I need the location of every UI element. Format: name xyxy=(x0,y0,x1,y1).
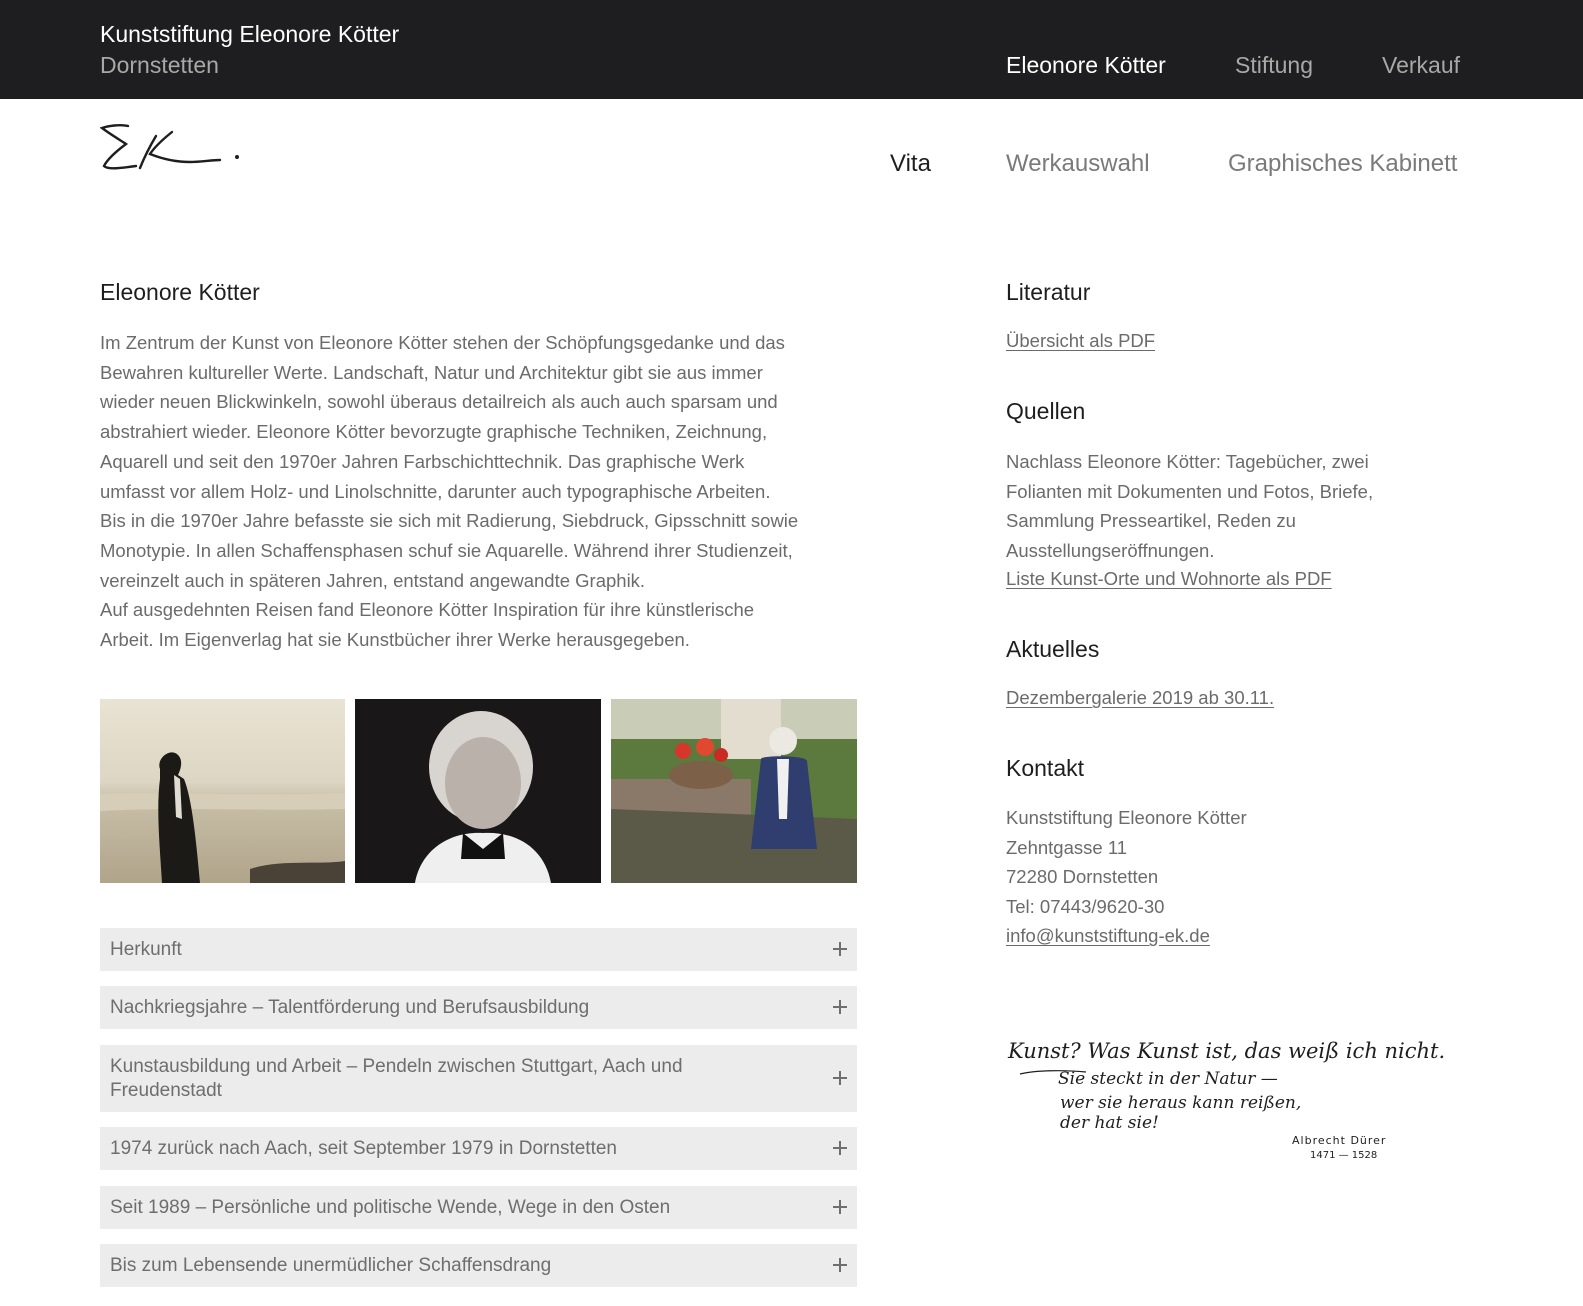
link-email[interactable]: info@kunststiftung-ek.de xyxy=(1006,925,1210,947)
photo-beach[interactable] xyxy=(100,699,345,883)
heading-aktuelles: Aktuelles xyxy=(1006,636,1100,662)
brand-subtitle: Dornstetten xyxy=(100,52,219,78)
topnav-stiftung[interactable]: Stiftung xyxy=(1235,52,1313,79)
accordion-herkunft[interactable]: Herkunft xyxy=(100,928,857,971)
quote-author: Albrecht Dürer xyxy=(1292,1134,1386,1147)
heading-quellen: Quellen xyxy=(1006,398,1086,424)
intro-text: Im Zentrum der Kunst von Eleonore Kötter… xyxy=(100,328,870,655)
accordion-label: Nachkriegsjahre – Talentförderung und Be… xyxy=(110,997,590,1018)
intro-line: wieder neuen Blickwinkeln, sowohl überau… xyxy=(100,391,778,413)
accordion-lebensende[interactable]: Bis zum Lebensende unermüdlicher Schaffe… xyxy=(100,1244,857,1287)
quote-years: 1471 — 1528 xyxy=(1310,1150,1377,1161)
photo-garden[interactable] xyxy=(611,699,857,883)
kontakt-line: Zehntgasse 11 xyxy=(1006,836,1128,858)
accordion-label: Seit 1989 – Persönliche und politische W… xyxy=(110,1197,671,1218)
intro-line: Aquarell und seit den 1970er Jahren Farb… xyxy=(100,450,745,472)
quellen-line: Ausstellungseröffnungen. xyxy=(1006,540,1215,562)
intro-line: Monotypie. In allen Schaffensphasen schu… xyxy=(100,539,793,561)
quellen-line: Folianten mit Dokumenten und Fotos, Brie… xyxy=(1006,480,1374,502)
quote-line-2: Sie steckt in der Natur — xyxy=(1058,1069,1278,1089)
quote-line-1: Kunst? Was Kunst ist, das weiß ich nicht… xyxy=(1007,1039,1445,1063)
link-uebersicht-pdf[interactable]: Übersicht als PDF xyxy=(1006,330,1155,352)
intro-line: umfasst vor allem Holz- und Linolschnitt… xyxy=(100,480,771,502)
quellen-line: Nachlass Eleonore Kötter: Tagebücher, zw… xyxy=(1006,451,1369,472)
signature-ek-logo[interactable] xyxy=(100,122,242,178)
intro-line: abstrahiert wieder. Eleonore Kötter bevo… xyxy=(100,421,768,443)
accordion-label-line: Kunstausbildung und Arbeit – Pendeln zwi… xyxy=(110,1056,683,1077)
intro-line: Arbeit. Im Eigenverlag hat sie Kunstbüch… xyxy=(100,629,690,651)
accordion-nachkriegsjahre[interactable]: Nachkriegsjahre – Talentförderung und Be… xyxy=(100,986,857,1029)
plus-icon[interactable] xyxy=(833,1141,847,1155)
accordion-kunstausbildung[interactable]: Kunstausbildung und Arbeit – Pendeln zwi… xyxy=(100,1045,857,1112)
accordion-label-line: Freudenstadt xyxy=(110,1080,222,1101)
subnav-graphisches-kabinett[interactable]: Graphisches Kabinett xyxy=(1228,150,1457,178)
plus-icon[interactable] xyxy=(833,1071,847,1085)
handwritten-quote-image: Kunst? Was Kunst ist, das weiß ich nicht… xyxy=(1006,1000,1472,1200)
photo-portrait[interactable] xyxy=(355,699,601,883)
kontakt-line: 72280 Dornstetten xyxy=(1006,866,1159,888)
plus-icon[interactable] xyxy=(833,1200,847,1214)
topnav-eleonore-koetter[interactable]: Eleonore Kötter xyxy=(1006,52,1166,79)
intro-line: Auf ausgedehnten Reisen fand Eleonore Kö… xyxy=(100,599,755,621)
accordion-label: Bis zum Lebensende unermüdlicher Schaffe… xyxy=(110,1255,552,1276)
accordion-1974-dornstetten[interactable]: 1974 zurück nach Aach, seit September 19… xyxy=(100,1127,857,1170)
accordion-label: Herkunft xyxy=(110,939,182,960)
topnav-verkauf[interactable]: Verkauf xyxy=(1382,52,1460,79)
plus-icon[interactable] xyxy=(833,942,847,956)
quellen-text: Nachlass Eleonore Kötter: Tagebücher, zw… xyxy=(1006,447,1373,566)
brand-title[interactable]: Kunststiftung Eleonore Kötter xyxy=(100,21,399,48)
quote-line-3: wer sie heraus kann reißen, xyxy=(1060,1093,1301,1113)
intro-line: Bis in die 1970er Jahre befasste sie sic… xyxy=(100,510,799,532)
subnav-vita[interactable]: Vita xyxy=(890,150,931,178)
subnav-werkauswahl[interactable]: Werkauswahl xyxy=(1006,150,1150,178)
intro-line: Im Zentrum der Kunst von Eleonore Kötter… xyxy=(100,332,785,353)
page-title: Eleonore Kötter xyxy=(100,279,260,305)
kontakt-line: Kunststiftung Eleonore Kötter xyxy=(1006,807,1247,828)
kontakt-address: Kunststiftung Eleonore Kötter Zehntgasse… xyxy=(1006,803,1247,922)
link-kunst-orte-pdf[interactable]: Liste Kunst-Orte und Wohnorte als PDF xyxy=(1006,568,1332,590)
intro-line: Bewahren kultureller Werte. Landschaft, … xyxy=(100,361,763,383)
heading-kontakt: Kontakt xyxy=(1006,755,1084,781)
link-dezembergalerie[interactable]: Dezembergalerie 2019 ab 30.11. xyxy=(1006,687,1274,709)
quote-line-4: der hat sie! xyxy=(1060,1113,1159,1133)
kontakt-line: Tel: 07443/9620-30 xyxy=(1006,896,1165,918)
accordion-label: 1974 zurück nach Aach, seit September 19… xyxy=(110,1138,617,1159)
accordion-label: Kunstausbildung und Arbeit – Pendeln zwi… xyxy=(110,1055,683,1103)
heading-literatur: Literatur xyxy=(1006,279,1091,305)
accordion-seit-1989[interactable]: Seit 1989 – Persönliche und politische W… xyxy=(100,1186,857,1229)
top-bar: Kunststiftung Eleonore Kötter Dornstette… xyxy=(0,0,1583,99)
plus-icon[interactable] xyxy=(833,1258,847,1272)
intro-line: vereinzelt auch in späteren Jahren, ents… xyxy=(100,569,646,591)
quellen-line: Sammlung Presseartikel, Reden zu xyxy=(1006,510,1296,532)
plus-icon[interactable] xyxy=(833,1000,847,1014)
